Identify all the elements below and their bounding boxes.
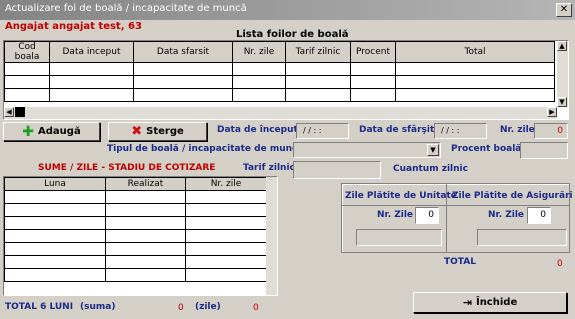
table-row[interactable] [4, 75, 555, 89]
col-total[interactable]: Total [395, 41, 555, 63]
employee-name: Angajat angajat test, 63 [5, 21, 142, 32]
table-row[interactable] [4, 229, 267, 243]
insurance-days-value[interactable]: 0 [527, 207, 551, 224]
insurance-days-label: Nr. Zile [488, 210, 525, 220]
col-cod-boala[interactable]: Cod boala [4, 41, 50, 63]
col-stage-nr-zile[interactable]: Nr. zile [185, 177, 267, 191]
plus-icon: ✚ [22, 123, 35, 140]
total-days-label: (zile) [195, 302, 221, 312]
scroll-right-icon[interactable]: ▶ [547, 107, 557, 117]
illness-type-label: Tipul de boală / incapacitate de muncă [107, 144, 304, 154]
add-button-label: Adaugă [38, 126, 81, 137]
stage-scrollbar[interactable] [266, 177, 277, 295]
table-row[interactable] [4, 88, 555, 102]
daily-rate-label: Tarif zilnic [243, 163, 295, 173]
table-row[interactable] [4, 62, 555, 76]
close-button[interactable]: ⇥ Închide [413, 292, 567, 313]
sick-leave-table[interactable]: Cod boala Data inceput Data sfarsit Nr. … [3, 40, 569, 120]
total-value: 0 [557, 259, 563, 269]
sum-value: 0 [178, 303, 184, 313]
add-button[interactable]: ✚ Adaugă [3, 122, 100, 141]
col-realizat[interactable]: Realizat [105, 177, 186, 191]
horizontal-scrollbar[interactable]: ◀ ▶ [4, 107, 557, 119]
unit-days-label: Nr. Zile [377, 210, 414, 220]
start-date-label: Data de început [217, 125, 298, 135]
scroll-up-icon[interactable]: ▲ [557, 41, 567, 51]
table-row[interactable] [4, 203, 267, 217]
start-date-input[interactable]: / / : : [296, 123, 349, 139]
stage-table-header: Luna Realizat Nr. zile [4, 177, 267, 191]
days-label: Nr. zile [500, 125, 535, 135]
total-6-months-label: TOTAL 6 LUNI [5, 302, 74, 312]
stage-title: SUME / ZILE - STADIU DE COTIZARE [38, 163, 216, 173]
sick-table-header: Cod boala Data inceput Data sfarsit Nr. … [4, 41, 555, 63]
col-tarif-zilnic[interactable]: Tarif zilnic [285, 41, 351, 63]
end-date-label: Data de sfârşit [359, 125, 435, 135]
insurance-amount-input[interactable] [477, 229, 567, 246]
days-value[interactable]: 0 [534, 123, 568, 139]
close-window-button[interactable]: ✕ [556, 3, 572, 17]
table-row[interactable] [4, 216, 267, 230]
daily-rate-input[interactable] [293, 161, 381, 179]
paid-unit-title: Zile Plătite de Unitate [345, 191, 457, 201]
col-luna[interactable]: Luna [4, 177, 106, 191]
paid-insurance-title: Zile Plătite de Asigurări [452, 191, 573, 201]
col-nr-zile[interactable]: Nr. zile [232, 41, 286, 63]
delete-button[interactable]: ✖ Sterge [108, 122, 207, 141]
col-data-sfarsit[interactable]: Data sfarsit [133, 41, 233, 63]
quantum-label: Cuantum zilnic [393, 164, 468, 174]
percent-label: Procent boală [451, 144, 522, 154]
delete-x-icon: ✖ [131, 123, 143, 139]
unit-days-value[interactable]: 0 [415, 207, 439, 224]
col-procent[interactable]: Procent [350, 41, 396, 63]
chevron-down-icon[interactable]: ▼ [427, 144, 439, 156]
group-divider-h [342, 205, 569, 206]
table-row[interactable] [4, 268, 267, 282]
window-title: Actualizare foi de boală / incapacitate … [5, 3, 247, 14]
end-date-input[interactable]: / / : : [434, 123, 487, 139]
total-days-value: 0 [253, 303, 259, 313]
vertical-scrollbar[interactable]: ▲ ▼ [557, 41, 568, 107]
stage-table[interactable]: Luna Realizat Nr. zile [3, 176, 278, 296]
close-button-label: Închide [475, 297, 518, 308]
table-row[interactable] [4, 255, 267, 269]
scroll-thumb[interactable] [15, 107, 25, 117]
illness-type-select[interactable]: ▼ [293, 142, 441, 158]
sick-list-title: Lista foilor de boală [236, 29, 349, 40]
unit-amount-input[interactable] [356, 229, 442, 246]
scroll-left-icon[interactable]: ◀ [4, 107, 14, 117]
table-row[interactable] [4, 190, 267, 204]
sum-label: (suma) [80, 302, 116, 312]
col-data-inceput[interactable]: Data inceput [49, 41, 134, 63]
percent-input[interactable] [520, 142, 568, 159]
table-row[interactable] [4, 242, 267, 256]
scroll-down-icon[interactable]: ▼ [557, 97, 567, 107]
delete-button-label: Sterge [146, 126, 184, 137]
title-bar: Actualizare foi de boală / incapacitate … [0, 0, 575, 20]
total-label: TOTAL [444, 257, 476, 267]
exit-door-icon: ⇥ [462, 296, 472, 309]
